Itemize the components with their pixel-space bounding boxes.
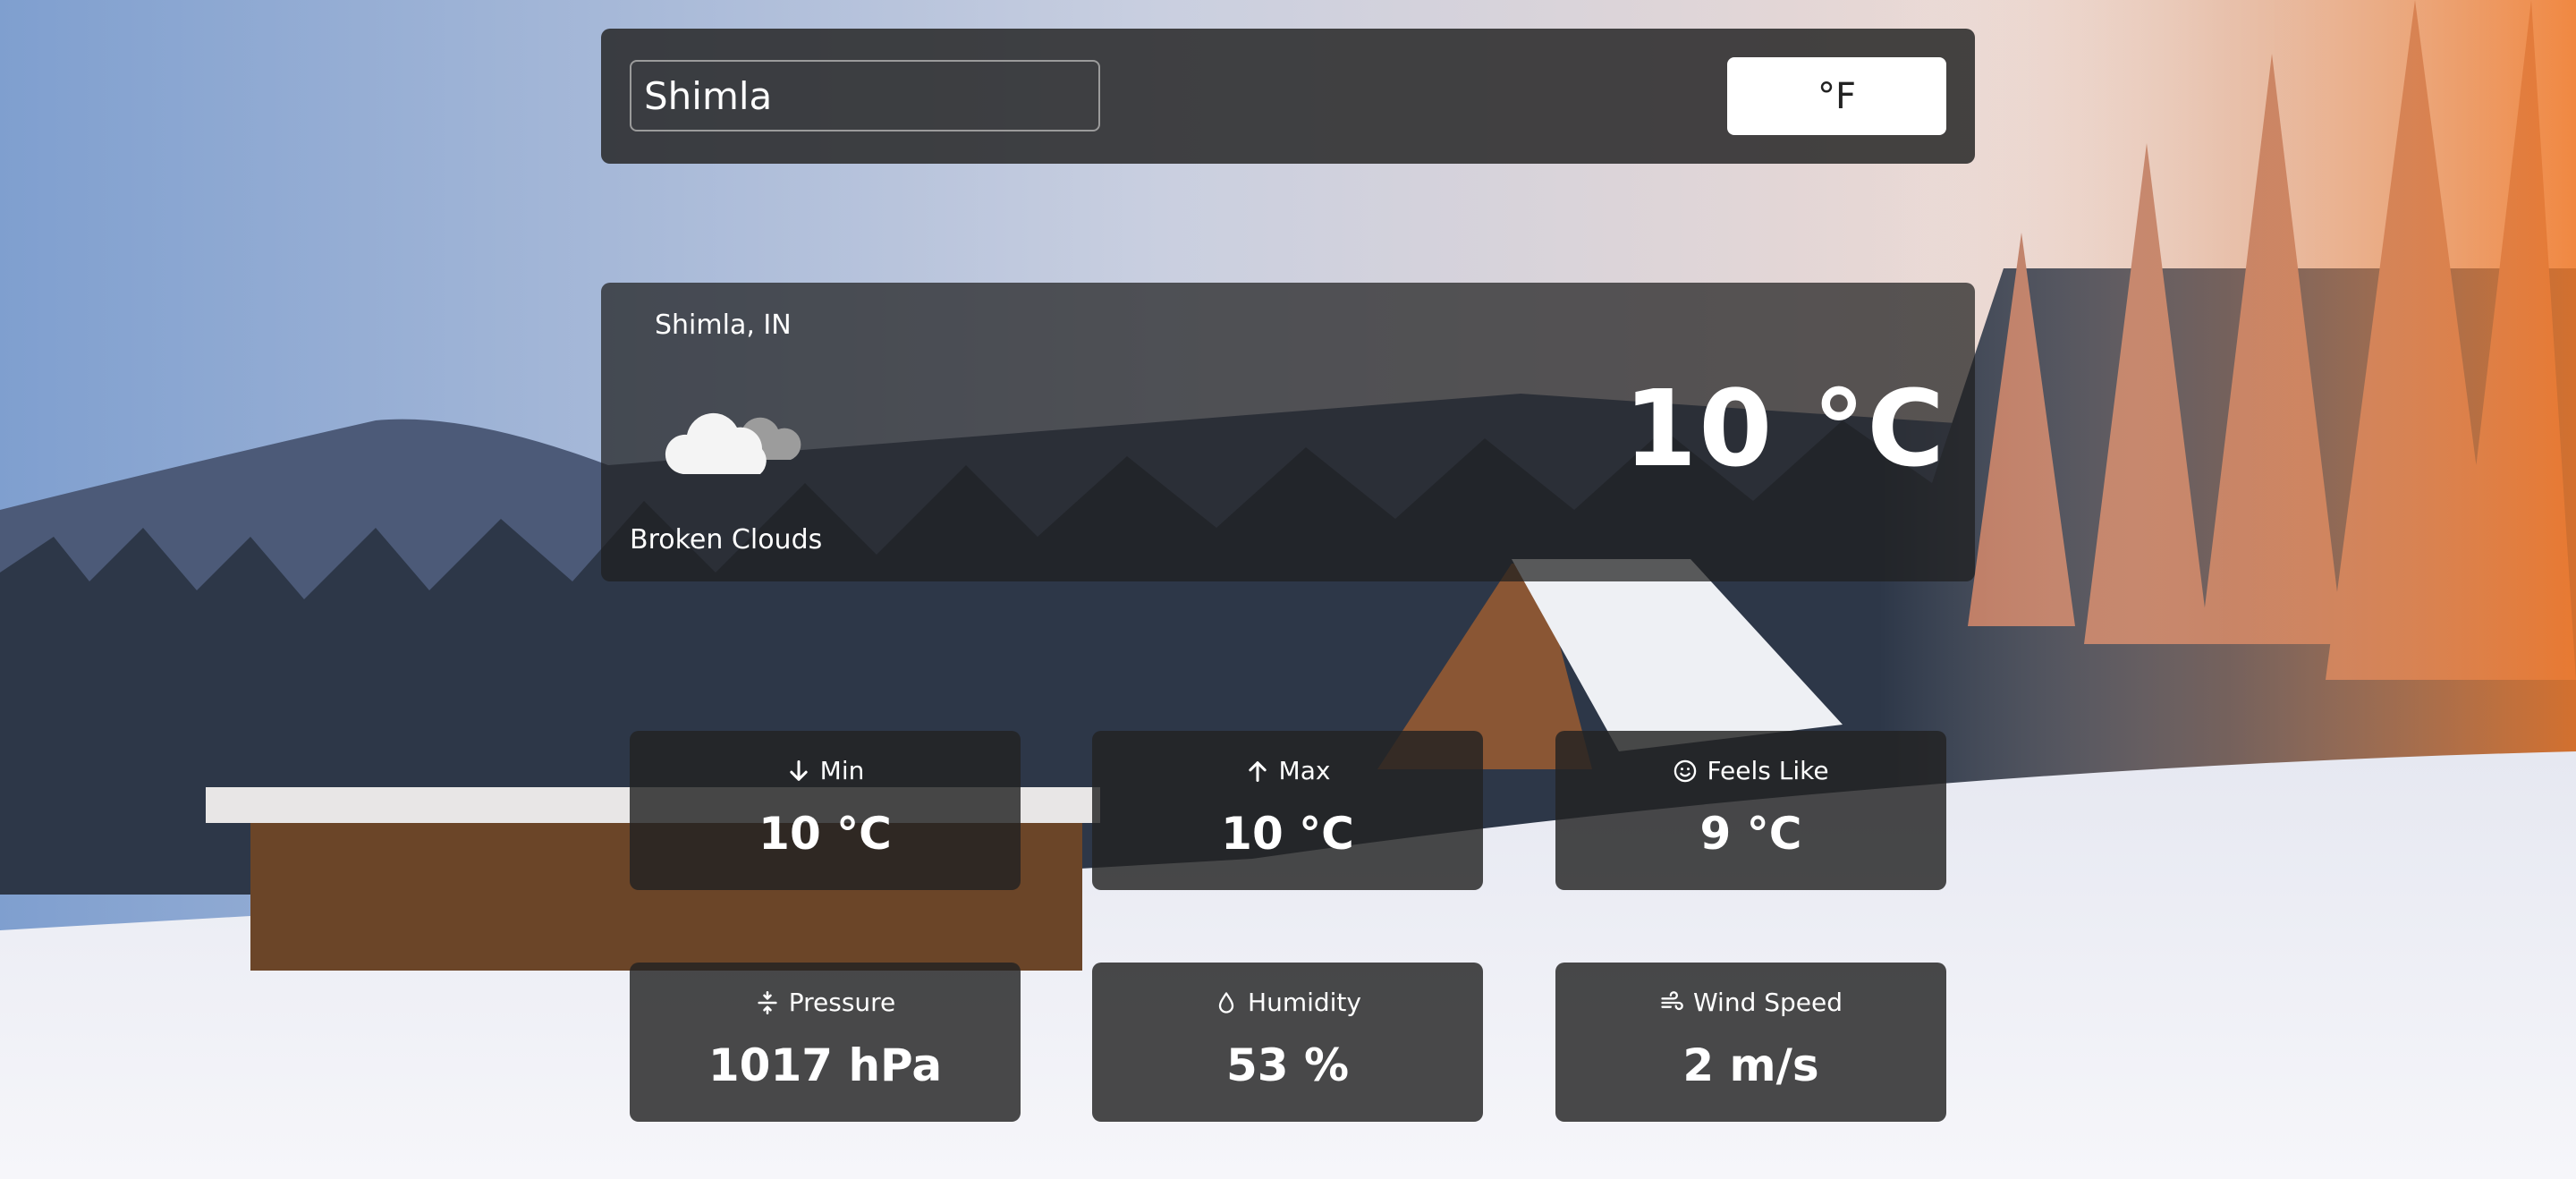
humidity-label: Humidity: [1248, 988, 1361, 1017]
condition-label: Broken Clouds: [630, 524, 823, 556]
current-temperature: 10 °C: [1623, 367, 1946, 490]
current-weather-card: Shimla, IN Broken Clouds 10 °C: [601, 283, 1975, 581]
search-bar: °F: [601, 29, 1975, 164]
smile-icon: [1674, 759, 1697, 782]
humidity-value: 53 %: [1225, 1039, 1350, 1091]
arrow-down-icon: [789, 759, 808, 781]
wind-speed-value: 2 m/s: [1682, 1039, 1819, 1091]
wind-speed-label: Wind Speed: [1692, 988, 1843, 1017]
city-search-input[interactable]: [630, 60, 1100, 131]
droplet-icon: [1218, 991, 1234, 1014]
min-temp-card: Min 10 °C: [630, 731, 1021, 890]
max-value: 10 °C: [1221, 808, 1354, 860]
arrow-up-icon: [1248, 760, 1267, 782]
feels-like-value: 9 °C: [1699, 808, 1802, 860]
compress-icon: [758, 990, 777, 1014]
max-temp-card: Max 10 °C: [1092, 731, 1483, 890]
humidity-card: Humidity 53 %: [1092, 963, 1483, 1122]
broken-clouds-icon: [665, 412, 801, 474]
pressure-value: 1017 hPa: [708, 1039, 943, 1091]
min-label: Min: [819, 756, 865, 785]
pressure-label: Pressure: [788, 988, 896, 1017]
wind-speed-card: Wind Speed 2 m/s: [1555, 963, 1946, 1122]
unit-toggle-button[interactable]: °F: [1727, 57, 1946, 135]
min-value: 10 °C: [758, 808, 892, 860]
pressure-card: Pressure 1017 hPa: [630, 963, 1021, 1122]
feels-like-label: Feels Like: [1707, 756, 1829, 785]
max-label: Max: [1278, 756, 1331, 785]
feels-like-card: Feels Like 9 °C: [1555, 731, 1946, 890]
wind-icon: [1661, 990, 1683, 1010]
location-label: Shimla, IN: [655, 310, 792, 341]
